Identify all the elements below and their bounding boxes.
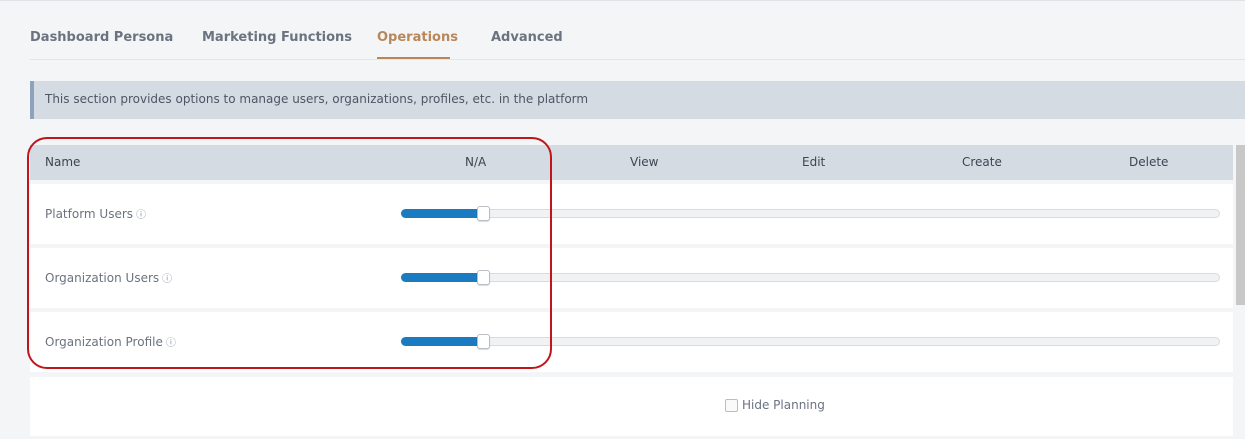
tab-marketing-functions[interactable]: Marketing Functions: [202, 30, 352, 45]
info-banner-text: This section provides options to manage …: [45, 92, 589, 106]
row-label: Organization Profile ⓘ: [45, 334, 176, 349]
permission-slider[interactable]: [401, 206, 1220, 221]
slider-fill: [401, 337, 483, 346]
slider-fill: [401, 273, 483, 282]
slider-handle[interactable]: [477, 270, 490, 285]
info-icon[interactable]: ⓘ: [166, 338, 176, 349]
column-header-view: View: [630, 155, 659, 169]
column-header-na: N/A: [465, 155, 487, 169]
hide-planning-toggle[interactable]: Hide Planning: [725, 398, 825, 412]
footer-row: Hide Planning: [30, 377, 1233, 436]
slider-fill: [401, 209, 483, 218]
active-tab-indicator: [377, 57, 450, 59]
slider-handle[interactable]: [477, 334, 490, 349]
row-name: Platform Users: [45, 207, 134, 221]
tab-bar: Dashboard Persona Marketing Functions Op…: [30, 1, 1245, 60]
column-header-edit: Edit: [802, 155, 826, 169]
table-row: Platform Users ⓘ: [30, 184, 1233, 244]
tab-dashboard-persona[interactable]: Dashboard Persona: [30, 30, 173, 45]
row-name: Organization Users: [45, 271, 160, 285]
row-name: Organization Profile: [45, 335, 163, 349]
tab-operations[interactable]: Operations: [377, 30, 458, 45]
row-label: Organization Users ⓘ: [45, 270, 172, 285]
table-row: Organization Users ⓘ: [30, 248, 1233, 308]
hide-planning-checkbox[interactable]: [725, 398, 738, 412]
info-banner: This section provides options to manage …: [30, 81, 1245, 119]
table-header: Name N/A View Edit Create Delete: [30, 145, 1233, 180]
tab-advanced[interactable]: Advanced: [491, 30, 563, 45]
column-header-create: Create: [962, 155, 1002, 169]
row-label: Platform Users ⓘ: [45, 206, 146, 221]
column-header-delete: Delete: [1129, 155, 1169, 169]
permission-slider[interactable]: [401, 270, 1220, 285]
info-icon[interactable]: ⓘ: [136, 210, 146, 221]
column-header-name: Name: [45, 155, 81, 169]
slider-handle[interactable]: [477, 206, 490, 221]
scrollbar[interactable]: [1236, 145, 1245, 305]
hide-planning-label: Hide Planning: [742, 398, 825, 412]
permission-slider[interactable]: [401, 334, 1220, 349]
table-row: Organization Profile ⓘ: [30, 312, 1233, 372]
info-icon[interactable]: ⓘ: [162, 274, 172, 285]
